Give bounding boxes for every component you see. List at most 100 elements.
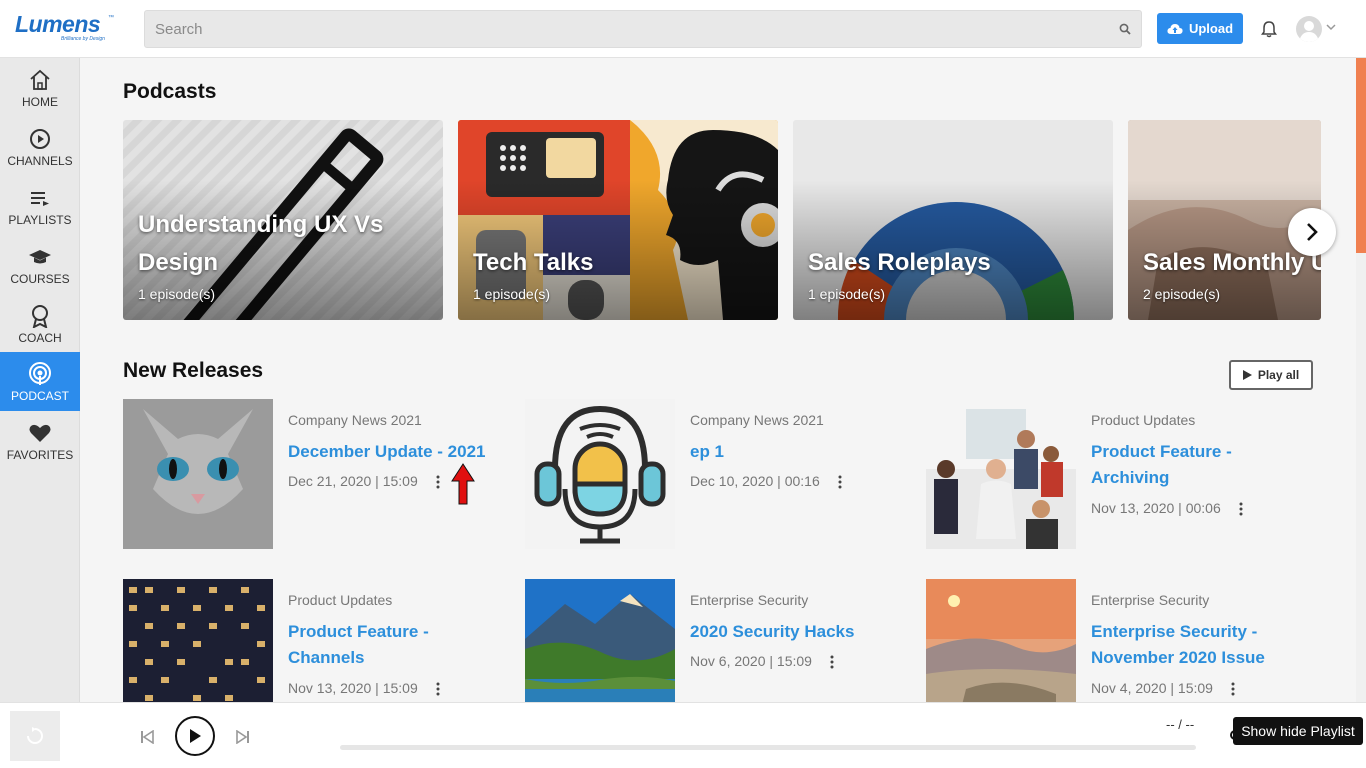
main-content: Podcasts Understanding UX Vs Design 1 ep… bbox=[80, 58, 1356, 702]
play-circle-icon bbox=[30, 129, 50, 149]
release-category: Enterprise Security bbox=[690, 592, 809, 608]
release-item[interactable]: Enterprise Security Enterprise Security … bbox=[926, 579, 1316, 702]
playlist-tooltip: Show hide Playlist bbox=[1233, 717, 1363, 745]
release-item[interactable]: Company News 2021 December Update - 2021… bbox=[123, 399, 513, 549]
building-thumbnail[interactable] bbox=[123, 579, 273, 702]
carousel-next-button[interactable] bbox=[1288, 208, 1336, 256]
release-category: Enterprise Security bbox=[1091, 592, 1210, 608]
page-scrollbar[interactable] bbox=[1356, 58, 1366, 702]
skip-next-icon[interactable] bbox=[236, 730, 250, 744]
red-arrow-annotation bbox=[451, 463, 475, 505]
release-meta-row: Dec 21, 2020 | 15:09 bbox=[288, 473, 440, 489]
more-options-icon[interactable] bbox=[830, 655, 834, 669]
release-title[interactable]: December Update - 2021 bbox=[288, 439, 498, 465]
release-item[interactable]: Product Updates Product Feature - Archiv… bbox=[926, 399, 1316, 549]
more-options-icon[interactable] bbox=[436, 682, 440, 696]
podcast-title: Sales Monthly U bbox=[1143, 249, 1321, 276]
podcasts-heading: Podcasts bbox=[123, 80, 217, 103]
release-date: Nov 6, 2020 | 15:09 bbox=[690, 653, 812, 669]
sidebar-item-podcast[interactable]: PODCAST bbox=[0, 352, 80, 411]
more-options-icon[interactable] bbox=[436, 475, 440, 489]
release-title[interactable]: Product Feature - Archiving bbox=[1091, 439, 1301, 491]
episode-count: 1 episode(s) bbox=[473, 286, 551, 302]
upload-button[interactable]: Upload bbox=[1157, 13, 1243, 44]
top-bar: Lumens ™ Brilliance by Design Upload bbox=[0, 0, 1366, 58]
microphone-thumbnail[interactable] bbox=[525, 399, 675, 549]
upload-label: Upload bbox=[1188, 21, 1234, 36]
search-bar[interactable] bbox=[144, 10, 1142, 48]
sidebar-item-label: FAVORITES bbox=[6, 448, 74, 462]
user-avatar-icon bbox=[1299, 21, 1319, 42]
sidebar-item-channels[interactable]: CHANNELS bbox=[0, 117, 80, 176]
release-category: Company News 2021 bbox=[288, 412, 422, 428]
podcast-card[interactable]: Understanding UX Vs Design 1 episode(s) bbox=[123, 120, 443, 320]
release-meta-row: Nov 6, 2020 | 15:09 bbox=[690, 653, 834, 669]
episode-count: 2 episode(s) bbox=[1143, 286, 1221, 302]
release-date: Nov 4, 2020 | 15:09 bbox=[1091, 680, 1213, 696]
new-releases-heading: New Releases bbox=[123, 359, 264, 382]
sidebar-item-label: COURSES bbox=[10, 272, 70, 286]
more-options-icon[interactable] bbox=[1239, 502, 1243, 516]
podcast-title: Understanding UX Vs Design bbox=[138, 211, 384, 276]
play-icon bbox=[1242, 370, 1252, 380]
sunrise-landscape-thumbnail[interactable] bbox=[926, 579, 1076, 702]
audio-player-bar: -- / -- bbox=[0, 702, 1366, 768]
play-button[interactable] bbox=[175, 716, 215, 756]
search-icon[interactable] bbox=[1119, 23, 1131, 35]
release-meta-row: Nov 13, 2020 | 15:09 bbox=[288, 680, 440, 696]
episode-count: 1 episode(s) bbox=[808, 286, 886, 302]
release-category: Product Updates bbox=[288, 592, 393, 608]
more-options-icon[interactable] bbox=[1231, 682, 1235, 696]
sidebar-item-coach[interactable]: COACH bbox=[0, 294, 80, 353]
cloud-upload-icon bbox=[1167, 23, 1183, 34]
episode-count: 1 episode(s) bbox=[138, 286, 216, 302]
heart-icon bbox=[29, 424, 51, 442]
podcast-title: Tech Talks bbox=[473, 249, 594, 276]
play-all-button[interactable]: Play all bbox=[1229, 360, 1313, 390]
sidebar-item-label: PLAYLISTS bbox=[8, 213, 72, 227]
release-item[interactable]: Enterprise Security 2020 Security Hacks … bbox=[525, 579, 915, 702]
mountain-lake-thumbnail[interactable] bbox=[525, 579, 675, 702]
sidebar-item-label: COACH bbox=[18, 331, 62, 345]
release-category: Company News 2021 bbox=[690, 412, 824, 428]
skip-previous-icon[interactable] bbox=[140, 730, 154, 744]
sidebar-item-home[interactable]: HOME bbox=[0, 58, 80, 117]
release-item[interactable]: Company News 2021 ep 1 Dec 10, 2020 | 00… bbox=[525, 399, 915, 549]
coach-icon bbox=[32, 305, 48, 328]
home-icon bbox=[30, 69, 50, 90]
podcast-title: Sales Roleplays bbox=[808, 249, 991, 276]
replay-icon bbox=[27, 727, 43, 744]
play-icon bbox=[190, 729, 201, 743]
meeting-thumbnail[interactable] bbox=[926, 399, 1076, 549]
progress-bar[interactable] bbox=[340, 745, 1196, 750]
release-meta-row: Dec 10, 2020 | 00:16 bbox=[690, 473, 842, 489]
search-input[interactable] bbox=[145, 11, 1105, 47]
release-date: Dec 21, 2020 | 15:09 bbox=[288, 473, 418, 489]
sidebar-item-playlists[interactable]: PLAYLISTS bbox=[0, 176, 80, 235]
cat-thumbnail[interactable] bbox=[123, 399, 273, 549]
release-title[interactable]: Enterprise Security - November 2020 Issu… bbox=[1091, 619, 1301, 671]
bell-icon[interactable] bbox=[1260, 20, 1278, 38]
logo-text: Lumens bbox=[15, 11, 101, 37]
chevron-right-icon bbox=[1307, 223, 1318, 241]
release-title[interactable]: ep 1 bbox=[690, 439, 900, 465]
release-item[interactable]: Product Updates Product Feature - Channe… bbox=[123, 579, 513, 702]
logo-trademark: ™ bbox=[108, 15, 114, 21]
sidebar-item-courses[interactable]: COURSES bbox=[0, 235, 80, 294]
scrollbar-thumb[interactable] bbox=[1356, 58, 1366, 253]
podcast-card[interactable]: Tech Talks 1 episode(s) bbox=[458, 120, 778, 320]
lumens-logo[interactable]: Lumens ™ Brilliance by Design bbox=[15, 12, 115, 44]
sidebar-item-label: HOME bbox=[22, 95, 58, 109]
sidebar: HOME CHANNELS PLAYLISTS COURSES COACH PO… bbox=[0, 58, 80, 702]
release-meta-row: Nov 13, 2020 | 00:06 bbox=[1091, 500, 1243, 516]
more-options-icon[interactable] bbox=[838, 475, 842, 489]
sidebar-item-label: CHANNELS bbox=[7, 154, 73, 168]
release-meta-row: Nov 4, 2020 | 15:09 bbox=[1091, 680, 1235, 696]
podcast-card[interactable]: Sales Roleplays 1 episode(s) bbox=[793, 120, 1113, 320]
podcast-icon bbox=[29, 362, 51, 385]
sidebar-item-favorites[interactable]: FAVORITES bbox=[0, 411, 80, 470]
release-title[interactable]: Product Feature - Channels bbox=[288, 619, 498, 671]
chevron-down-icon[interactable] bbox=[1325, 22, 1337, 32]
avatar[interactable] bbox=[1296, 16, 1322, 42]
release-title[interactable]: 2020 Security Hacks bbox=[690, 619, 900, 645]
